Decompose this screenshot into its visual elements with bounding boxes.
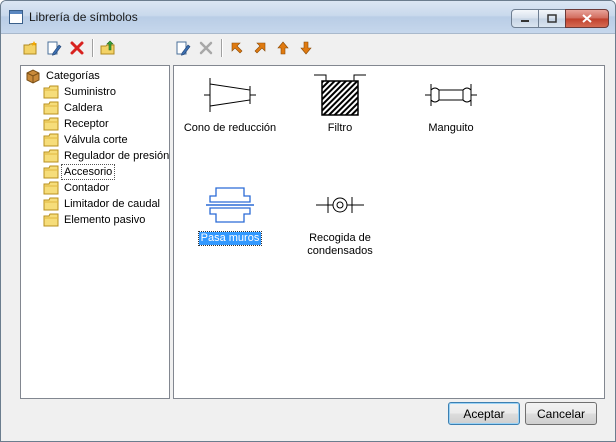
folder-icon <box>43 133 59 147</box>
symbol-toolbar <box>173 37 319 59</box>
folder-icon <box>43 197 59 211</box>
dialog-window: Librería de símbolos Categorías Suminist… <box>0 0 616 442</box>
tree-item-receptor[interactable]: Receptor <box>43 116 111 132</box>
folder-up-icon <box>100 40 115 55</box>
folder-icon <box>43 85 59 99</box>
minimize-icon <box>521 19 529 22</box>
delete-symbol-button[interactable] <box>196 38 216 58</box>
edit-icon <box>47 41 62 56</box>
close-icon <box>582 14 592 23</box>
title-bar[interactable]: Librería de símbolos <box>1 1 615 34</box>
symbol-cono-de-reduccion[interactable]: Cono de reducción <box>175 74 285 135</box>
filter-symbol-icon <box>314 74 366 116</box>
maximize-icon <box>547 14 557 23</box>
category-box-icon <box>26 69 40 84</box>
move-down-button[interactable] <box>296 38 316 58</box>
category-toolbar <box>21 37 121 59</box>
symbol-filtro[interactable]: Filtro <box>285 74 395 135</box>
new-folder-icon <box>23 41 37 55</box>
tree-root-label: Categorías <box>46 70 100 82</box>
symbol-label: Filtro <box>327 122 353 134</box>
tree-item-label: Caldera <box>64 102 103 114</box>
app-icon <box>9 10 23 24</box>
sleeve-symbol-icon <box>425 84 477 106</box>
delete-symbol-icon <box>199 41 213 55</box>
symbol-label: Recogida de condensados <box>307 232 373 257</box>
symbol-pasa-muros[interactable]: Pasa muros <box>175 184 285 246</box>
symbol-view[interactable]: Cono de reducción Filtro Manguito Pasa m… <box>173 65 605 399</box>
move-up-icon <box>277 41 289 55</box>
folder-icon <box>43 165 59 179</box>
tree-item-label: Regulador de presión <box>64 150 170 162</box>
tree-item-valvula-corte[interactable]: Válvula corte <box>43 132 130 148</box>
edit-category-button[interactable] <box>44 38 64 58</box>
tree-root[interactable]: Categorías <box>25 68 102 84</box>
tree-item-label: Elemento pasivo <box>64 214 146 226</box>
cancel-button[interactable]: Cancelar <box>525 402 597 425</box>
tree-item-regulador-de-presion[interactable]: Regulador de presión <box>43 148 170 164</box>
move-first-button[interactable] <box>227 38 247 58</box>
move-last-icon <box>254 42 266 54</box>
folder-icon <box>43 213 59 227</box>
delete-category-button[interactable] <box>67 38 87 58</box>
edit-symbol-icon <box>176 41 191 56</box>
move-last-button[interactable] <box>250 38 270 58</box>
minimize-button[interactable] <box>511 9 539 28</box>
category-tree[interactable]: Categorías Suministro Caldera Receptor V… <box>20 65 170 399</box>
edit-symbol-button[interactable] <box>173 38 193 58</box>
move-up-button[interactable] <box>273 38 293 58</box>
window-title: Librería de símbolos <box>29 10 138 24</box>
tree-item-label: Válvula corte <box>64 134 128 146</box>
tree-item-label: Receptor <box>64 118 109 130</box>
tree-item-accesorio[interactable]: Accesorio <box>43 164 116 180</box>
wall-passage-symbol-icon <box>206 187 254 223</box>
reduction-cone-symbol-icon <box>204 78 256 112</box>
toolbar-separator <box>221 39 223 57</box>
symbol-label: Cono de reducción <box>183 122 277 134</box>
tree-item-caldera[interactable]: Caldera <box>43 100 105 116</box>
tree-item-label: Suministro <box>64 86 116 98</box>
condensate-trap-symbol-icon <box>316 197 364 213</box>
symbol-manguito[interactable]: Manguito <box>396 74 506 135</box>
symbol-recogida-de-condensados[interactable]: Recogida de condensados <box>285 184 395 258</box>
accept-button[interactable]: Aceptar <box>448 402 520 425</box>
toolbar-separator <box>92 39 94 57</box>
tree-item-elemento-pasivo[interactable]: Elemento pasivo <box>43 212 147 228</box>
symbol-label: Pasa muros <box>197 231 263 246</box>
move-first-icon <box>231 42 243 54</box>
folder-up-button[interactable] <box>98 38 118 58</box>
move-down-icon <box>300 41 312 55</box>
tree-item-contador[interactable]: Contador <box>43 180 111 196</box>
tree-item-label: Contador <box>64 182 110 194</box>
symbol-label: Manguito <box>428 122 474 134</box>
folder-icon <box>43 149 59 163</box>
folder-icon <box>43 117 59 131</box>
maximize-button[interactable] <box>538 9 566 28</box>
tree-item-label: Accesorio <box>60 164 116 180</box>
folder-icon <box>43 181 59 195</box>
folder-icon <box>43 101 59 115</box>
delete-icon <box>70 41 84 55</box>
new-category-button[interactable] <box>21 38 41 58</box>
tree-item-suministro[interactable]: Suministro <box>43 84 118 100</box>
tree-item-limitador-de-caudal[interactable]: Limitador de caudal <box>43 196 162 212</box>
tree-item-label: Limitador de caudal <box>64 198 161 210</box>
close-button[interactable] <box>565 9 609 28</box>
